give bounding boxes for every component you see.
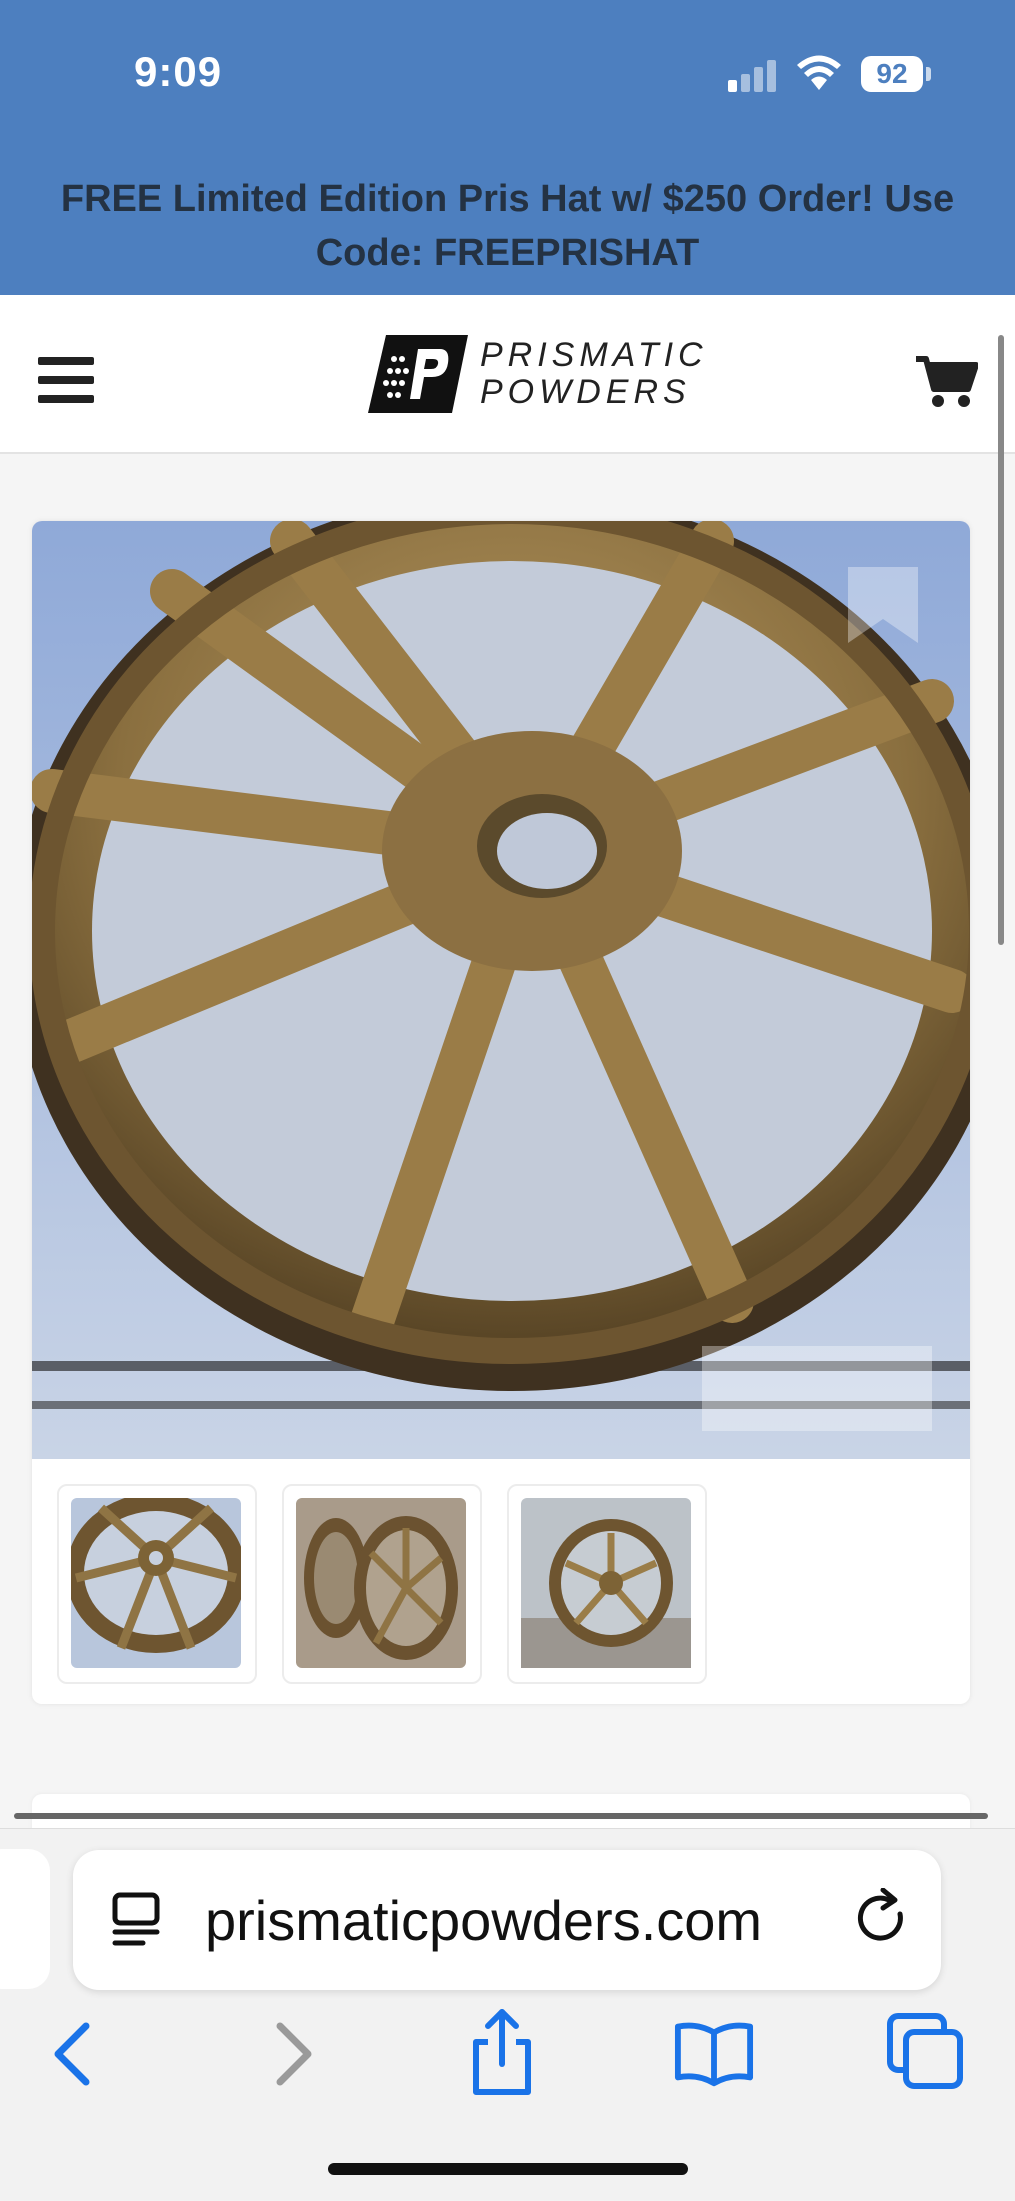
home-indicator[interactable] (328, 2163, 688, 2175)
status-time: 9:09 (134, 48, 223, 95)
product-gallery-card (32, 521, 970, 1704)
url-text[interactable]: prismaticpowders.com (205, 1888, 762, 1953)
thumbnail-2-image (296, 1498, 466, 1668)
hamburger-menu-icon[interactable] (38, 357, 94, 403)
forward-icon[interactable] (252, 2018, 332, 2088)
wifi-icon (797, 55, 841, 90)
bookmarks-icon[interactable] (674, 2018, 754, 2088)
horizontal-scroll-indicator (14, 1813, 988, 1819)
back-icon[interactable] (34, 2018, 114, 2088)
product-main-image[interactable] (32, 521, 970, 1459)
share-icon[interactable] (462, 2006, 542, 2096)
address-bar[interactable]: prismaticpowders.com (73, 1850, 941, 1990)
logo-mark-icon (368, 335, 468, 413)
shopping-cart-icon[interactable] (914, 353, 978, 409)
battery-indicator: 92 (861, 56, 923, 92)
promo-banner-text[interactable]: FREE Limited Edition Pris Hat w/ $250 Or… (20, 172, 995, 280)
thumbnail-2[interactable] (282, 1484, 482, 1684)
page-menu-icon[interactable] (111, 1892, 163, 1948)
vertical-scrollbar[interactable] (998, 335, 1004, 945)
thumbnail-1-image (71, 1498, 241, 1668)
logo-line-2: POWDERS (480, 373, 691, 411)
site-logo[interactable]: PRISMATIC POWDERS (368, 333, 703, 415)
cellular-signal-icon (728, 60, 776, 92)
logo-text: PRISMATIC POWDERS (480, 337, 708, 411)
bookmark-overlay-icon[interactable] (848, 567, 918, 643)
battery-tip (926, 67, 931, 81)
thumbnail-3-image (521, 1498, 691, 1668)
reload-icon[interactable] (853, 1888, 911, 1950)
previous-tab-preview[interactable] (0, 1849, 50, 1989)
thumbnail-1[interactable] (57, 1484, 257, 1684)
tabs-icon[interactable] (886, 2012, 966, 2092)
site-header: PRISMATIC POWDERS (0, 295, 1015, 454)
thumbnail-3[interactable] (507, 1484, 707, 1684)
logo-line-1: PRISMATIC (480, 336, 708, 374)
top-banner: 9:09 92 FREE Limited Edition Pris Hat w/… (0, 0, 1015, 295)
